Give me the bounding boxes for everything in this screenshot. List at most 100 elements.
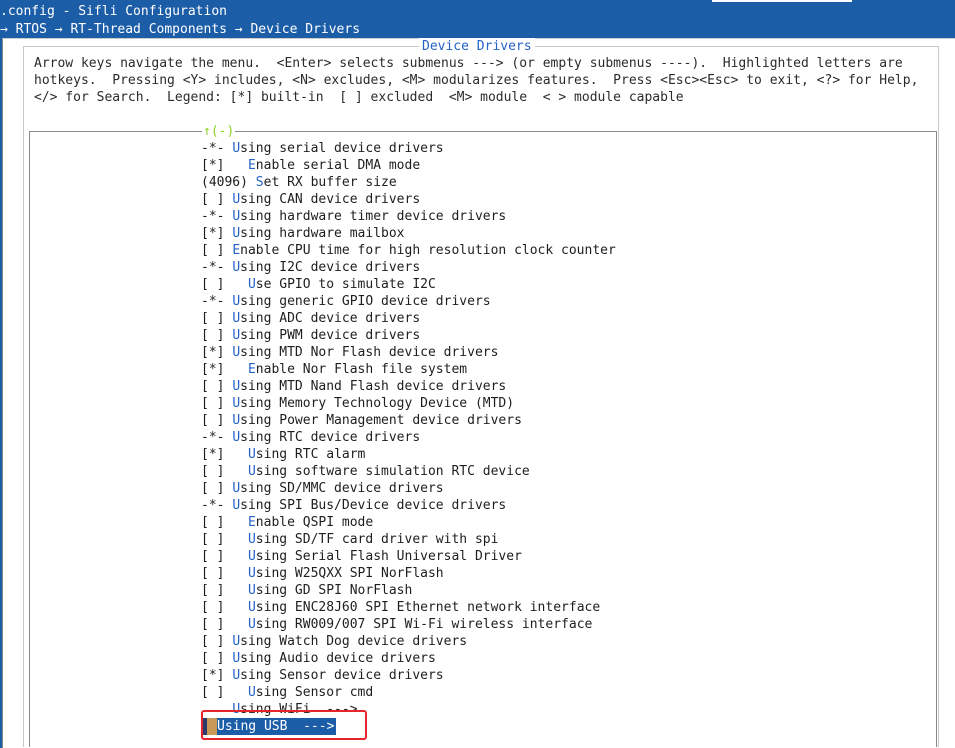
menu-item-hotkey: U — [232, 668, 241, 683]
menu-item-state: [*] — [201, 362, 248, 377]
menu-item-state: -*- — [201, 260, 233, 275]
menu-item-state: [ ] — [201, 413, 233, 428]
menu-item[interactable]: (4096) Set RX buffer size — [201, 174, 397, 191]
menu-item-state: [ ] — [201, 311, 233, 326]
menu-item[interactable]: -*- Using I2C device drivers — [201, 259, 420, 276]
menu-item-label: sing GD SPI NorFlash — [255, 583, 413, 598]
menuconfig-dialog: Device Drivers Arrow keys navigate the m… — [2, 38, 955, 748]
menu-item-state: [ ] — [201, 549, 248, 564]
menu-item-hotkey: U — [232, 328, 241, 343]
menu-item[interactable]: -*- Using SPI Bus/Device device drivers — [201, 497, 506, 514]
menu-item-hotkey: U — [232, 311, 241, 326]
menu-item-hotkey: E — [247, 158, 256, 173]
menu-item-state: (4096) — [201, 175, 256, 190]
menu-item-label: nable CPU time for high resolution clock… — [240, 243, 616, 258]
menu-item[interactable]: [ ] Using MTD Nand Flash device drivers — [201, 378, 506, 395]
menu-item-label: sing MTD Nor Flash device drivers — [240, 345, 499, 360]
annotation-highlight-box — [201, 710, 367, 740]
menu-item-label: sing Audio device drivers — [240, 651, 436, 666]
menu-item-label: sing Sensor device drivers — [240, 668, 444, 683]
menu-item-hotkey: U — [247, 277, 256, 292]
menu-item-state: [*] — [201, 158, 248, 173]
menu-item-state: [ ] — [201, 583, 248, 598]
menu-item-label: sing generic GPIO device drivers — [240, 294, 491, 309]
menu-item[interactable]: [*] Enable Nor Flash file system — [201, 361, 467, 378]
menu-item-label: sing Sensor cmd — [255, 685, 374, 700]
menu-item-hotkey: U — [232, 141, 241, 156]
menu-item[interactable]: [ ] Using Memory Technology Device (MTD) — [201, 395, 514, 412]
menu-item-state: [*] — [201, 668, 233, 683]
menu-item[interactable]: [ ] Using ENC28J60 SPI Ethernet network … — [201, 599, 600, 616]
window-title: .config - Sifli Configuration — [0, 4, 227, 19]
menu-item[interactable]: [ ] Using SD/MMC device drivers — [201, 480, 444, 497]
menu-item[interactable]: [*] Enable serial DMA mode — [201, 157, 420, 174]
menu-item[interactable]: [ ] Using Power Management device driver… — [201, 412, 522, 429]
menu-item-hotkey: U — [247, 464, 256, 479]
menu-item[interactable]: [ ] Using CAN device drivers — [201, 191, 420, 208]
menu-item[interactable]: [ ] Using ADC device drivers — [201, 310, 420, 327]
menu-item-state: [ ] — [201, 634, 233, 649]
menu-item-hotkey: U — [232, 413, 241, 428]
menu-item-label: sing Memory Technology Device (MTD) — [240, 396, 515, 411]
menu-item-label: et RX buffer size — [263, 175, 397, 190]
menu-item-hotkey: E — [247, 362, 256, 377]
help-text-line: Arrow keys navigate the menu. <Enter> se… — [34, 56, 903, 71]
menu-item-hotkey: U — [232, 651, 241, 666]
menu-item-state: [ ] — [201, 566, 248, 581]
menu-item[interactable]: [ ] Using RW009/007 SPI Wi-Fi wireless i… — [201, 616, 592, 633]
menu-item[interactable]: [ ] Using software simulation RTC device — [201, 463, 530, 480]
menu-item-hotkey: U — [247, 685, 256, 700]
menu-item[interactable]: [ ] Using Watch Dog device drivers — [201, 633, 467, 650]
menu-item[interactable]: [ ] Using W25QXX SPI NorFlash — [201, 565, 444, 582]
menu-item-state: [ ] — [201, 379, 233, 394]
menu-item-label: sing RTC device drivers — [240, 430, 421, 445]
menu-item[interactable]: -*- Using RTC device drivers — [201, 429, 420, 446]
menu-item-label: sing SPI Bus/Device device drivers — [240, 498, 507, 513]
menu-item[interactable]: [ ] Using Sensor cmd — [201, 684, 373, 701]
menu-item-hotkey: U — [247, 583, 256, 598]
menu-item-state: [ ] — [201, 600, 248, 615]
menu-item[interactable]: [ ] Using GD SPI NorFlash — [201, 582, 412, 599]
menu-item-label: sing MTD Nand Flash device drivers — [240, 379, 507, 394]
menu-item[interactable]: [*] Using Sensor device drivers — [201, 667, 444, 684]
dialog-title: Device Drivers — [419, 38, 535, 55]
menu-item-hotkey: U — [232, 430, 241, 445]
menu-item[interactable]: [ ] Use GPIO to simulate I2C — [201, 276, 436, 293]
menu-item-state: -*- — [201, 209, 233, 224]
menu-item[interactable]: [ ] Using PWM device drivers — [201, 327, 420, 344]
menu-item[interactable]: [ ] Enable QSPI mode — [201, 514, 373, 531]
menu-item[interactable]: [*] Using MTD Nor Flash device drivers — [201, 344, 498, 361]
menu-item-hotkey: U — [247, 532, 256, 547]
menu-item[interactable]: [*] Using RTC alarm — [201, 446, 365, 463]
menu-item-hotkey: U — [247, 566, 256, 581]
menu-item[interactable]: [ ] Using Serial Flash Universal Driver — [201, 548, 522, 565]
menu-item-label: sing I2C device drivers — [240, 260, 421, 275]
menu-item-label: sing ENC28J60 SPI Ethernet network inter… — [255, 600, 601, 615]
menu-item-label: sing hardware mailbox — [240, 226, 405, 241]
menu-item-state: -*- — [201, 430, 233, 445]
menu-item-label: nable Nor Flash file system — [255, 362, 468, 377]
menu-item-label: sing ADC device drivers — [240, 311, 421, 326]
scroll-up-indicator: ↑(-) — [202, 123, 236, 140]
menu-item[interactable]: [*] Using hardware mailbox — [201, 225, 405, 242]
menu-item-state: [ ] — [201, 481, 233, 496]
menu-item[interactable]: -*- Using generic GPIO device drivers — [201, 293, 491, 310]
menu-item[interactable]: [ ] Enable CPU time for high resolution … — [201, 242, 616, 259]
breadcrumb: → RTOS → RT-Thread Components → Device D… — [0, 22, 361, 37]
menu-item-state: [ ] — [201, 685, 248, 700]
menu-item-label: nable serial DMA mode — [255, 158, 421, 173]
menu-item-label: sing Watch Dog device drivers — [240, 634, 468, 649]
menu-item[interactable]: -*- Using serial device drivers — [201, 140, 444, 157]
menu-item[interactable]: -*- Using hardware timer device drivers — [201, 208, 506, 225]
menu-item-label: sing Serial Flash Universal Driver — [255, 549, 522, 564]
menu-item-hotkey: S — [255, 175, 264, 190]
menu-item-hotkey: U — [232, 260, 241, 275]
menu-item-hotkey: U — [232, 498, 241, 513]
menu-item-state: [ ] — [201, 464, 248, 479]
menu-item-label: sing software simulation RTC device — [255, 464, 530, 479]
menu-item-state: [*] — [201, 226, 233, 241]
menu-item-label: sing PWM device drivers — [240, 328, 421, 343]
menu-item[interactable]: [ ] Using SD/TF card driver with spi — [201, 531, 498, 548]
menu-item[interactable]: [ ] Using Audio device drivers — [201, 650, 436, 667]
menu-item-state: [ ] — [201, 396, 233, 411]
